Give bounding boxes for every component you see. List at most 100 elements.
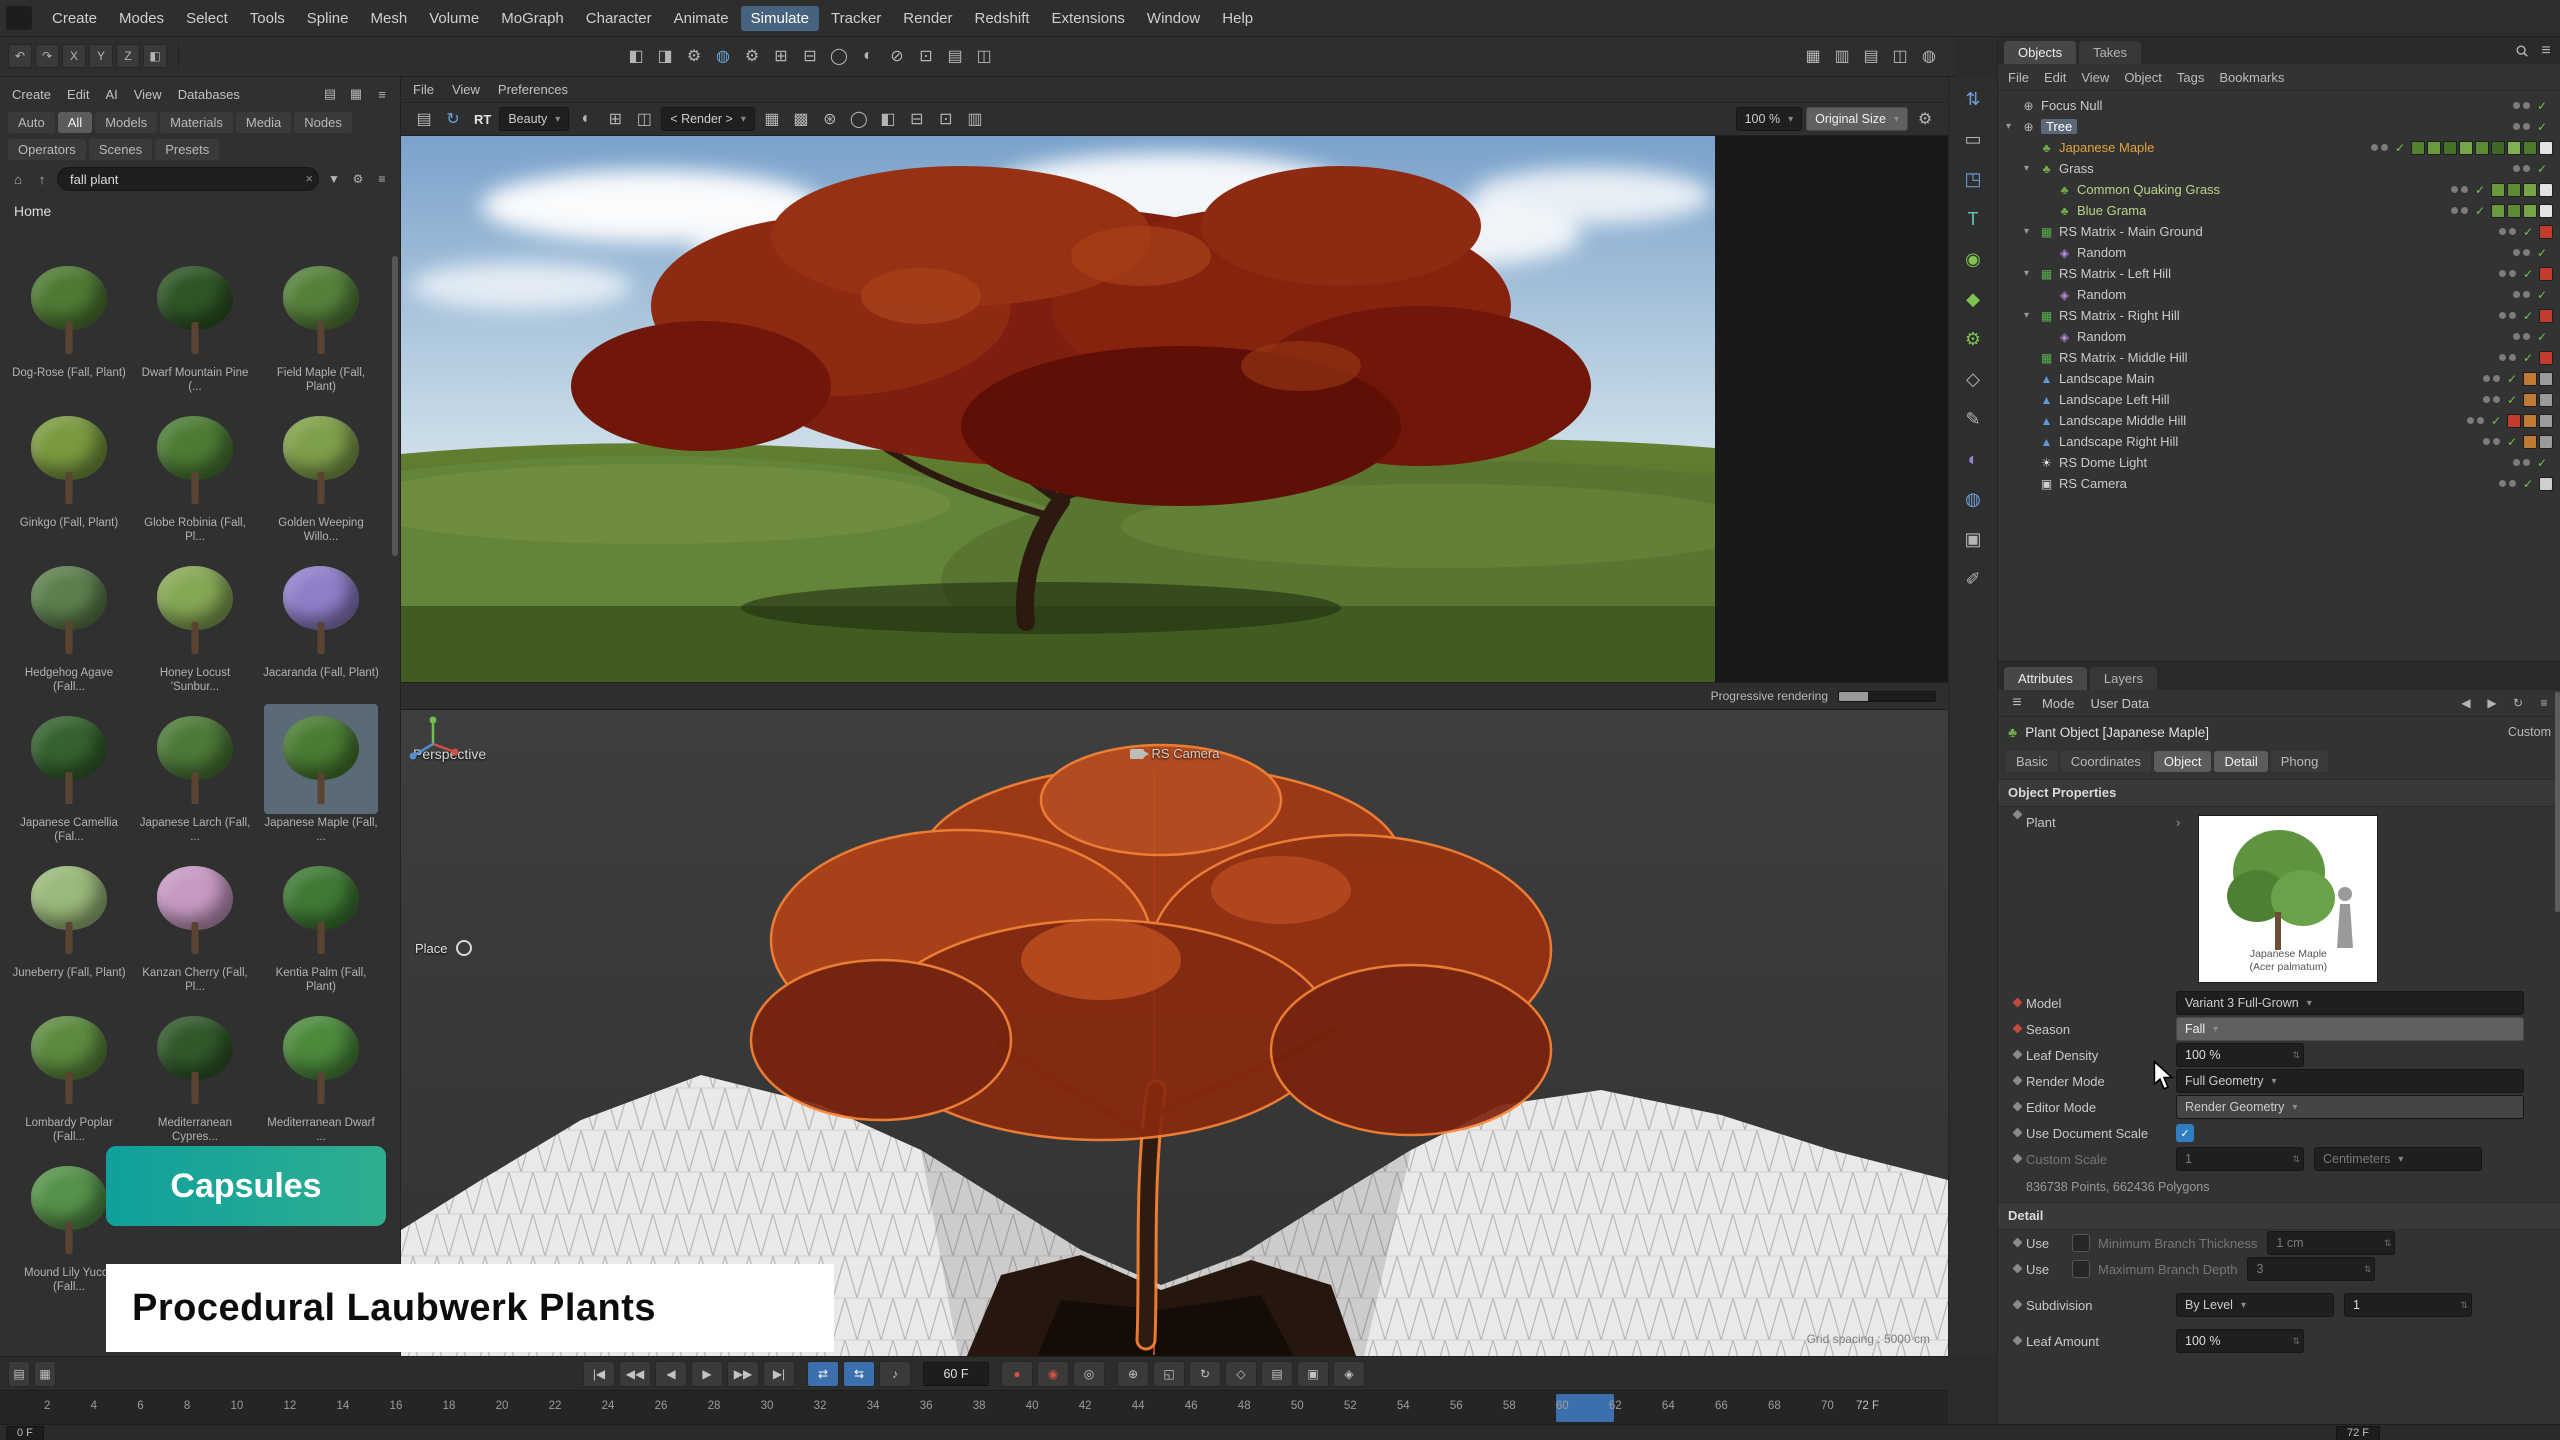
render-view-menu-item[interactable]: File: [413, 82, 434, 97]
null-object-button[interactable]: ◯: [826, 43, 852, 69]
menubar-item[interactable]: Tracker: [821, 6, 891, 31]
object-name[interactable]: Landscape Middle Hill: [2059, 413, 2186, 428]
attribute-tab-button[interactable]: Coordinates: [2061, 751, 2151, 772]
home-icon[interactable]: ⌂: [8, 169, 28, 189]
enabled-check-icon[interactable]: [2507, 393, 2523, 407]
object-name[interactable]: RS Matrix - Right Hill: [2059, 308, 2180, 323]
plane-tool-icon[interactable]: ▭: [1960, 126, 1986, 152]
object-name[interactable]: Random: [2077, 329, 2126, 344]
asset-menu-item[interactable]: Edit: [67, 87, 89, 102]
panel-button[interactable]: ◫: [971, 43, 997, 69]
object-name[interactable]: Tree: [2041, 119, 2077, 134]
visibility-dots[interactable]: [2513, 459, 2530, 466]
object-row[interactable]: ▾ ⊕ Tree: [1998, 116, 2560, 137]
breadcrumb[interactable]: Home: [0, 196, 400, 226]
keyframe-selection-button[interactable]: ◎: [1073, 1361, 1105, 1387]
timeline-options-icon[interactable]: ▦: [34, 1361, 56, 1387]
asset-item[interactable]: Lombardy Poplar (Fall...: [6, 1004, 132, 1154]
visibility-dots[interactable]: [2513, 249, 2530, 256]
cycle-mode-button[interactable]: ⇄: [807, 1361, 839, 1387]
menubar-item[interactable]: Character: [576, 6, 662, 31]
asset-filter-tab[interactable]: Materials: [160, 112, 233, 133]
model-dropdown[interactable]: Variant 3 Full-Grown: [2176, 991, 2524, 1015]
asset-item[interactable]: Hedgehog Agave (Fall...: [6, 554, 132, 704]
expander-icon[interactable]: ▾: [2024, 163, 2038, 174]
key-scale-toggle[interactable]: ◱: [1153, 1361, 1185, 1387]
grid-overlay-icon[interactable]: ▦: [759, 106, 785, 132]
browser-settings-icon[interactable]: ⚙: [348, 169, 368, 189]
object-row[interactable]: ♣ Blue Grama: [1998, 200, 2560, 221]
object-row[interactable]: ▲ Landscape Left Hill: [1998, 389, 2560, 410]
visibility-dots[interactable]: [2451, 186, 2468, 193]
grid-view-icon[interactable]: ▤: [320, 84, 340, 104]
asset-item[interactable]: Honey Locust 'Sunbur...: [132, 554, 258, 704]
tag-chips[interactable]: [2491, 204, 2553, 218]
enabled-check-icon[interactable]: [2523, 225, 2539, 239]
tag-chips[interactable]: [2539, 351, 2553, 365]
asset-item[interactable]: Ginkgo (Fall, Plant): [6, 404, 132, 554]
save-layout-icon[interactable]: ◫: [1887, 43, 1913, 69]
menubar-item[interactable]: Spline: [297, 6, 359, 31]
refresh-icon[interactable]: ↻: [2509, 694, 2527, 712]
enabled-check-icon[interactable]: [2507, 435, 2523, 449]
asset-item[interactable]: Juneberry (Fall, Plant): [6, 854, 132, 1004]
subdivision-level-field[interactable]: 1: [2344, 1293, 2472, 1317]
play-sound-button[interactable]: ♪: [879, 1361, 911, 1387]
visibility-dots[interactable]: [2513, 333, 2530, 340]
current-frame-field[interactable]: 60 F: [923, 1362, 989, 1386]
om-menu-item[interactable]: View: [2081, 70, 2109, 85]
visibility-dots[interactable]: [2513, 102, 2530, 109]
z-axis-lock-button[interactable]: Z: [116, 44, 140, 68]
menubar-item[interactable]: Redshift: [965, 6, 1040, 31]
stripes-icon[interactable]: ▥: [962, 106, 988, 132]
visibility-dots[interactable]: [2499, 480, 2516, 487]
menubar-item[interactable]: MoGraph: [491, 6, 574, 31]
object-manager-tab[interactable]: Takes: [2079, 41, 2141, 64]
om-menu-item[interactable]: Edit: [2044, 70, 2066, 85]
menubar-item[interactable]: Create: [42, 6, 107, 31]
redo-button[interactable]: ↷: [35, 44, 59, 68]
asset-menu-item[interactable]: Create: [12, 87, 51, 102]
record-keyframe-button[interactable]: ●: [1001, 1361, 1033, 1387]
ir-settings-icon[interactable]: ⚙: [1912, 106, 1938, 132]
next-key-button[interactable]: ▶▶: [727, 1361, 759, 1387]
range-mode-button[interactable]: ⇆: [843, 1361, 875, 1387]
split-compare-icon[interactable]: ◧: [875, 106, 901, 132]
hud-toggle[interactable]: ▣: [1297, 1361, 1329, 1387]
mode-menu-icon[interactable]: ≡: [2008, 694, 2026, 712]
asset-filter-tab[interactable]: Nodes: [294, 112, 352, 133]
goto-end-button[interactable]: ▶|: [763, 1361, 795, 1387]
spline-pen-icon[interactable]: ✎: [1960, 406, 1986, 432]
object-name[interactable]: RS Camera: [2059, 476, 2127, 491]
filter-icon[interactable]: ▼: [324, 169, 344, 189]
asset-menu-item[interactable]: Databases: [178, 87, 240, 102]
visibility-dots[interactable]: [2499, 312, 2516, 319]
search-input[interactable]: [57, 167, 319, 191]
asset-filter-tab[interactable]: Media: [236, 112, 291, 133]
denoise-icon[interactable]: ⊛: [817, 106, 843, 132]
visibility-dots[interactable]: [2483, 438, 2500, 445]
enabled-check-icon[interactable]: [2537, 456, 2553, 470]
size-dropdown[interactable]: Original Size: [1806, 107, 1908, 131]
rt-label[interactable]: RT: [474, 112, 491, 127]
om-menu-item[interactable]: Bookmarks: [2219, 70, 2284, 85]
attr-menu-icon[interactable]: ≡: [2535, 694, 2553, 712]
attribute-tab[interactable]: Attributes: [2004, 667, 2087, 690]
search-icon[interactable]: [2515, 44, 2529, 58]
timeline-layout-icon[interactable]: ▤: [8, 1361, 30, 1387]
max-branch-depth-checkbox[interactable]: [2072, 1260, 2090, 1278]
visibility-dots[interactable]: [2483, 396, 2500, 403]
render-settings-button[interactable]: ⚙: [681, 43, 707, 69]
asset-menu-item[interactable]: View: [134, 87, 162, 102]
play-button[interactable]: ▶: [691, 1361, 723, 1387]
autokey-button[interactable]: ◉: [1037, 1361, 1069, 1387]
minimal-mode-toggle[interactable]: ◈: [1333, 1361, 1365, 1387]
expander-icon[interactable]: ▾: [2006, 121, 2020, 132]
asset-item[interactable]: Golden Weeping Willo...: [258, 404, 384, 554]
prev-key-button[interactable]: ◀◀: [619, 1361, 651, 1387]
tag-chips[interactable]: [2539, 477, 2553, 491]
isolate-icon[interactable]: ⊡: [933, 106, 959, 132]
asset-item[interactable]: Dwarf Mountain Pine (...: [132, 254, 258, 404]
asset-item[interactable]: Japanese Maple (Fall, ...: [258, 704, 384, 854]
menubar-item[interactable]: Modes: [109, 6, 174, 31]
